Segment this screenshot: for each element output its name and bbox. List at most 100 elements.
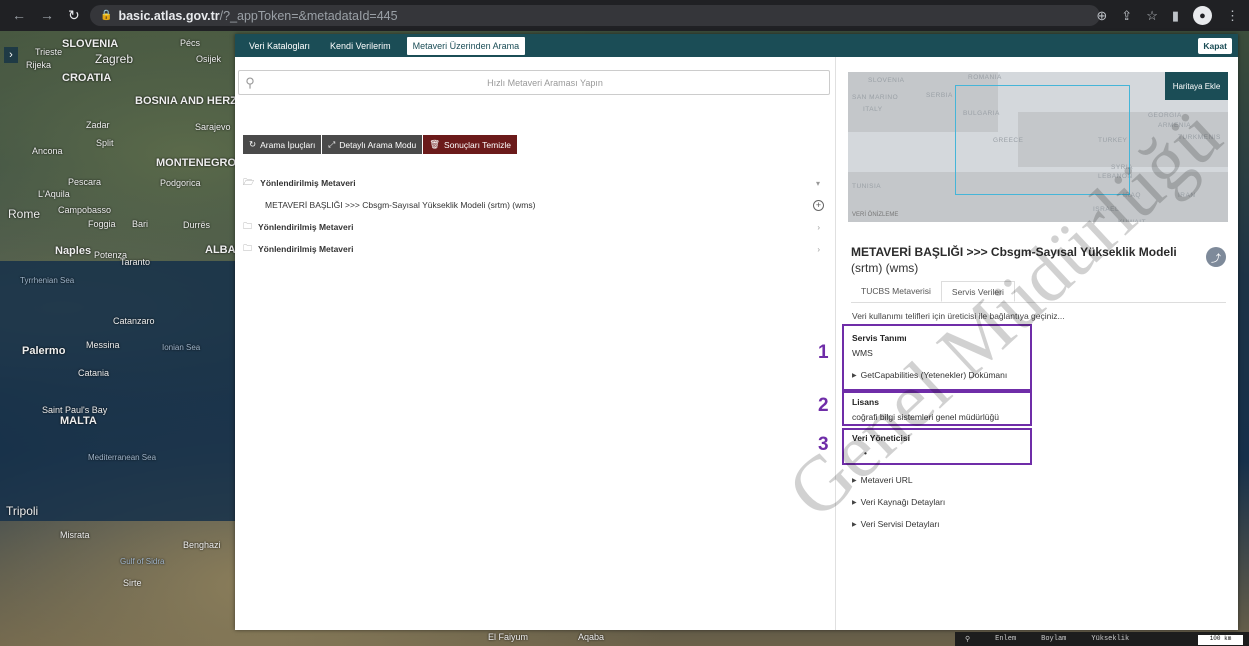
preview-country-label: SAN MARINO xyxy=(852,94,899,101)
share-icon[interactable]: ⤴ xyxy=(1206,247,1226,267)
map-label: Sirte xyxy=(123,578,142,588)
tree-item-label: Yönlendirilmiş Metaveri xyxy=(260,178,356,188)
tab-data-catalogs[interactable]: Veri Katalogları xyxy=(245,37,314,55)
folder-icon: 🗀 xyxy=(243,221,253,231)
result-title: METAVERİ BAŞLIĞI >>> Cbsgm-Sayısal Yükse… xyxy=(265,200,536,210)
tree-item-folder-2[interactable]: 🗀 Yönlendirilmiş Metaveri › xyxy=(243,216,828,238)
zoom-icon[interactable]: ⊕ xyxy=(1096,8,1107,24)
preview-label: VERİ ÖNİZLEME xyxy=(852,212,899,218)
map-label: Pécs xyxy=(180,38,201,48)
map-label: Mediterranean Sea xyxy=(88,453,157,462)
browser-toolbar: ← → ↻ 🔒 basic.atlas.gov.tr /?_appToken=&… xyxy=(0,0,1249,31)
search-tips-label: Arama İpuçları xyxy=(260,139,316,150)
map-label: Palermo xyxy=(22,345,66,357)
modal-topbar: Veri Katalogları Kendi Verilerim Metaver… xyxy=(235,34,1238,57)
tree-item-result[interactable]: METAVERİ BAŞLIĞI >>> Cbsgm-Sayısal Yükse… xyxy=(243,194,828,216)
clear-results-label: Sonuçları Temizle xyxy=(444,139,511,150)
reload-icon[interactable]: ↻ xyxy=(68,7,80,24)
map-label: Catanzaro xyxy=(113,316,155,326)
map-label: Zagreb xyxy=(95,52,134,66)
sidepanel-icon[interactable]: ▮ xyxy=(1172,8,1179,24)
preview-country-label: ITALY xyxy=(863,106,883,113)
data-service-details-label: Veri Servisi Detayları xyxy=(860,519,940,529)
bookmark-star-icon[interactable]: ☆ xyxy=(1146,8,1158,24)
menu-kebab-icon[interactable]: ⋮ xyxy=(1226,8,1239,24)
chevron-right-icon[interactable]: › xyxy=(817,223,820,232)
map-label: Osijek xyxy=(196,54,222,64)
profile-avatar-icon[interactable]: ● xyxy=(1193,6,1212,25)
tree-item-folder-1[interactable]: 🗁 Yönlendirilmiş Metaveri ▾ xyxy=(243,172,828,194)
latitude-label: Enlem xyxy=(995,635,1017,643)
tab-metadata-search[interactable]: Metaveri Üzerinden Arama xyxy=(406,36,526,55)
map-label: MONTENEGRO xyxy=(156,157,237,169)
map-label: MALTA xyxy=(60,415,97,427)
close-button[interactable]: Kapat xyxy=(1198,38,1232,54)
detailed-search-button[interactable]: ⤢ Detaylı Arama Modu xyxy=(322,135,424,154)
preview-country-label: ROMANIA xyxy=(968,74,1002,81)
tab-my-data[interactable]: Kendi Verilerim xyxy=(326,37,395,55)
sea-area xyxy=(0,261,235,521)
map-label: Naples xyxy=(55,245,92,257)
search-placeholder: Hızlı Metaveri Araması Yapın xyxy=(487,77,603,88)
map-label: Sarajevo xyxy=(195,122,231,132)
map-label: Rijeka xyxy=(26,60,52,70)
map-label: Campobasso xyxy=(58,205,112,215)
refresh-icon: ↻ xyxy=(249,139,257,149)
map-label: SLOVENIA xyxy=(62,38,119,50)
url-host: basic.atlas.gov.tr xyxy=(118,8,220,23)
callout-number-2: 2 xyxy=(818,395,829,416)
trash-icon: 🗑 xyxy=(429,139,441,149)
lock-icon: 🔒 xyxy=(100,10,113,21)
tab-tucbs-metadata[interactable]: TUCBS Metaverisi xyxy=(851,281,941,302)
add-circle-icon[interactable]: + xyxy=(813,199,824,211)
caret-right-icon: ▶ xyxy=(852,522,857,528)
expand-icon: ⤢ xyxy=(328,139,336,149)
folder-icon: 🗀 xyxy=(243,243,253,253)
search-tips-button[interactable]: ↻ Arama İpuçları xyxy=(243,135,323,154)
search-actions: ↻ Arama İpuçları ⤢ Detaylı Arama Modu 🗑 Son… xyxy=(243,135,518,154)
metadata-search-modal: Veri Katalogları Kendi Verilerim Metaver… xyxy=(235,34,1238,630)
share-page-icon[interactable]: ⇪ xyxy=(1121,8,1132,24)
url-path: /?_appToken=&metadataId=445 xyxy=(219,8,398,23)
longitude-label: Boylam xyxy=(1041,635,1067,643)
map-label: Ionian Sea xyxy=(162,343,201,352)
chevron-down-icon[interactable]: ▾ xyxy=(816,179,820,188)
browser-nav: ← → ↻ xyxy=(0,7,80,24)
map-label: Tripoli xyxy=(6,504,39,518)
search-icon[interactable]: ⚲ xyxy=(965,635,970,644)
detailed-search-label: Detaylı Arama Modu xyxy=(339,139,417,150)
results-tree: 🗁 Yönlendirilmiş Metaveri ▾ METAVERİ BAŞ… xyxy=(243,172,828,260)
tree-item-folder-3[interactable]: 🗀 Yönlendirilmiş Metaveri › xyxy=(243,238,828,260)
clear-results-button[interactable]: 🗑 Sonuçları Temizle xyxy=(423,135,518,154)
tree-item-label: Yönlendirilmiş Metaveri xyxy=(258,222,354,232)
data-service-details-link[interactable]: ▶ Veri Servisi Detayları xyxy=(852,519,945,529)
address-bar[interactable]: 🔒 basic.atlas.gov.tr /?_appToken=&metada… xyxy=(90,5,1100,26)
forward-icon[interactable]: → xyxy=(40,7,54,24)
back-icon[interactable]: ← xyxy=(12,7,26,24)
map-label: Podgorica xyxy=(160,178,201,188)
chevron-right-icon[interactable]: › xyxy=(817,245,820,254)
map-label: Misrata xyxy=(60,530,90,540)
search-input[interactable]: ⚲ Hızlı Metaveri Araması Yapın xyxy=(238,70,830,95)
map-label: El Faiyum xyxy=(488,632,529,642)
tree-item-label: Yönlendirilmiş Metaveri xyxy=(258,244,354,254)
map-label: Tyrrhenian Sea xyxy=(20,276,75,285)
folder-open-icon: 🗁 xyxy=(243,177,255,187)
map-label: Zadar xyxy=(86,120,110,130)
search-icon: ⚲ xyxy=(245,74,255,90)
map-label: Pescara xyxy=(68,177,102,187)
map-label: Split xyxy=(96,138,114,148)
map-label: Rome xyxy=(8,207,41,221)
map-label: Catania xyxy=(78,368,110,378)
map-label: Ancona xyxy=(32,146,63,156)
browser-actions: ⊕ ⇪ ☆ ▮ ● ⋮ xyxy=(1096,6,1239,25)
chevron-right-icon[interactable]: › xyxy=(4,47,18,63)
preview-country-label: TUNISIA xyxy=(852,183,882,190)
map-label: Durrës xyxy=(183,220,211,230)
map-label: Saint Paul's Bay xyxy=(42,405,108,415)
map-label: Messina xyxy=(86,340,120,350)
callout-number-1: 1 xyxy=(818,342,829,363)
metadata-title-sub: (srtm) (wms) xyxy=(851,261,919,275)
map-label: Taranto xyxy=(120,257,151,267)
map-label: L'Aquila xyxy=(38,189,70,199)
